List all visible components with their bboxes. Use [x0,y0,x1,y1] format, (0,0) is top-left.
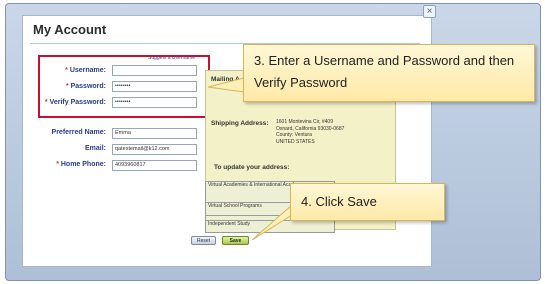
step4-callout: 4. Click Save [290,183,445,221]
callout-pointers [207,77,293,241]
callout4-pointer [251,203,293,241]
callout3-pointer [207,77,245,93]
step3-callout: 3. Enter a Username and Password and the… [243,44,535,102]
